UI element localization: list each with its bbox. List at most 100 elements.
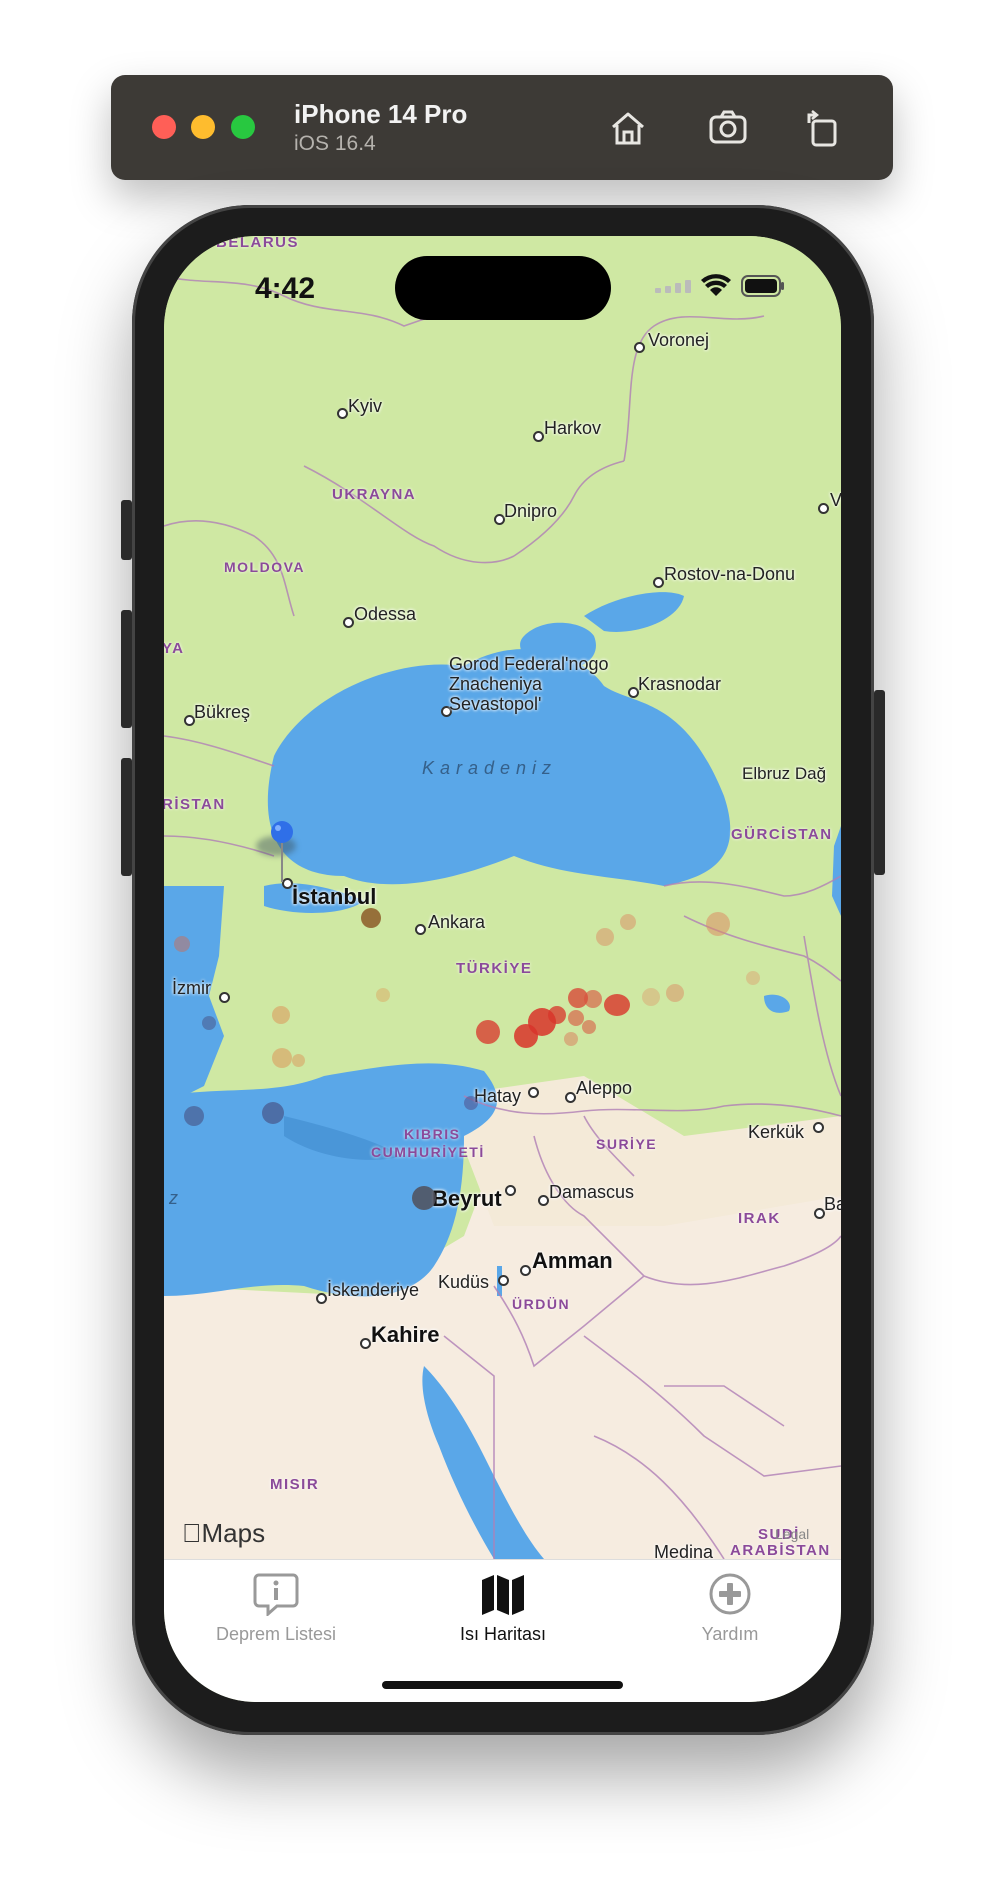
tab-deprem-listesi[interactable]: Deprem Listesi [186, 1572, 366, 1645]
country-label: RİSTAN [164, 796, 226, 813]
minimize-window-button[interactable] [191, 115, 215, 139]
mute-switch[interactable] [121, 500, 132, 560]
os-version: iOS 16.4 [294, 132, 376, 155]
earthquake-marker[interactable] [262, 1102, 284, 1124]
country-label: MISIR [270, 1476, 320, 1493]
tab-label: Yardım [701, 1624, 759, 1644]
city-label: İstanbul [292, 884, 377, 909]
tab-yardim[interactable]: Yardım [640, 1572, 820, 1645]
city-marker [219, 992, 230, 1003]
heat-map[interactable]: Karadeniz BELARUS UKRAYNA MOLDOVA YA RİS… [164, 236, 841, 1562]
country-label: IRAK [738, 1210, 781, 1227]
earthquake-marker[interactable] [476, 1020, 500, 1044]
city-label: Voronej [648, 330, 710, 350]
location-pin-icon[interactable] [268, 820, 296, 884]
simulator-title-bar: iPhone 14 Pro iOS 16.4 [111, 75, 893, 180]
earthquake-marker[interactable] [642, 988, 660, 1006]
earthquake-marker[interactable] [464, 1096, 478, 1110]
earthquake-marker[interactable] [706, 912, 730, 936]
country-label: MOLDOVA [224, 559, 306, 575]
city-label: Dnipro [504, 501, 558, 521]
legal-link[interactable]: Legal [775, 1526, 809, 1542]
sea-label-partial: z [169, 1188, 180, 1208]
city-marker [813, 1122, 824, 1133]
country-label: CUMHURİYETİ [371, 1144, 485, 1160]
country-label: KIBRIS [404, 1126, 461, 1142]
power-button[interactable] [874, 690, 885, 875]
maps-attribution[interactable]: Maps [182, 1518, 265, 1549]
status-icons [655, 274, 785, 298]
city-marker [337, 408, 348, 419]
city-marker [343, 617, 354, 628]
phone-screen: Karadeniz BELARUS UKRAYNA MOLDOVA YA RİS… [164, 236, 841, 1702]
earthquake-marker[interactable] [582, 1020, 596, 1034]
home-icon [612, 112, 644, 145]
city-marker [316, 1293, 327, 1304]
close-window-button[interactable] [152, 115, 176, 139]
cellular-icon [655, 280, 691, 293]
city-marker [528, 1087, 539, 1098]
tab-isi-haritasi[interactable]: Isı Haritası [413, 1572, 593, 1645]
wifi-icon [701, 274, 731, 296]
city-label: Amman [532, 1248, 613, 1273]
earthquake-marker[interactable] [202, 1016, 216, 1030]
earthquake-marker[interactable] [604, 994, 630, 1016]
zoom-window-button[interactable] [231, 115, 255, 139]
earthquake-marker[interactable] [746, 971, 760, 985]
tab-label: Isı Haritası [459, 1624, 547, 1644]
home-indicator[interactable] [382, 1681, 623, 1689]
city-label: Gorod Federal'nogo [449, 654, 609, 674]
rotate-icon [807, 110, 837, 147]
earthquake-marker[interactable] [564, 1032, 578, 1046]
volume-up-button[interactable] [121, 610, 132, 728]
status-time: 4:42 [255, 272, 316, 305]
city-label: V [830, 490, 841, 510]
city-marker [415, 924, 426, 935]
info-bubble-icon [253, 1573, 299, 1616]
city-marker [360, 1338, 371, 1349]
rotate-button[interactable] [799, 105, 845, 151]
city-label: Kyiv [348, 396, 383, 416]
city-marker [520, 1265, 531, 1276]
earthquake-marker[interactable] [584, 990, 602, 1008]
earthquake-marker[interactable] [272, 1048, 292, 1068]
country-label: BELARUS [216, 236, 300, 251]
earthquake-marker[interactable] [184, 1106, 204, 1126]
earthquake-marker[interactable] [174, 936, 190, 952]
plus-circle-icon [709, 1573, 751, 1615]
city-label: Hatay [474, 1086, 522, 1106]
earthquake-marker[interactable] [666, 984, 684, 1002]
country-label: UKRAYNA [332, 486, 417, 503]
city-label: Ba [824, 1194, 841, 1214]
map-icon [482, 1575, 524, 1615]
city-marker [634, 342, 645, 353]
earthquake-marker[interactable] [412, 1186, 436, 1210]
earthquake-marker[interactable] [596, 928, 614, 946]
city-marker [505, 1185, 516, 1196]
city-label: Kudüs [438, 1272, 490, 1292]
city-marker [533, 431, 544, 442]
earthquake-marker[interactable] [620, 914, 636, 930]
earthquake-marker[interactable] [548, 1006, 566, 1024]
sea-label: Karadeniz [422, 758, 558, 778]
city-label: Damascus [549, 1182, 635, 1202]
earthquake-marker[interactable] [361, 908, 381, 928]
screenshot-button[interactable] [705, 105, 751, 151]
city-label: Bükreş [194, 702, 251, 722]
earthquake-marker[interactable] [272, 1006, 290, 1024]
city-marker [538, 1195, 549, 1206]
city-label: Sevastopol' [449, 694, 542, 714]
device-name: iPhone 14 Pro [294, 99, 468, 129]
volume-down-button[interactable] [121, 758, 132, 876]
country-label: GÜRCİSTAN [731, 826, 833, 843]
city-label: Beyrut [432, 1186, 502, 1211]
home-button[interactable] [605, 105, 651, 151]
city-label: Harkov [544, 418, 602, 438]
city-marker [818, 503, 829, 514]
city-marker [565, 1092, 576, 1103]
earthquake-marker[interactable] [292, 1054, 305, 1067]
battery-icon [741, 275, 784, 297]
tab-label: Deprem Listesi [215, 1624, 337, 1644]
city-label: Ankara [428, 912, 486, 932]
earthquake-marker[interactable] [376, 988, 390, 1002]
